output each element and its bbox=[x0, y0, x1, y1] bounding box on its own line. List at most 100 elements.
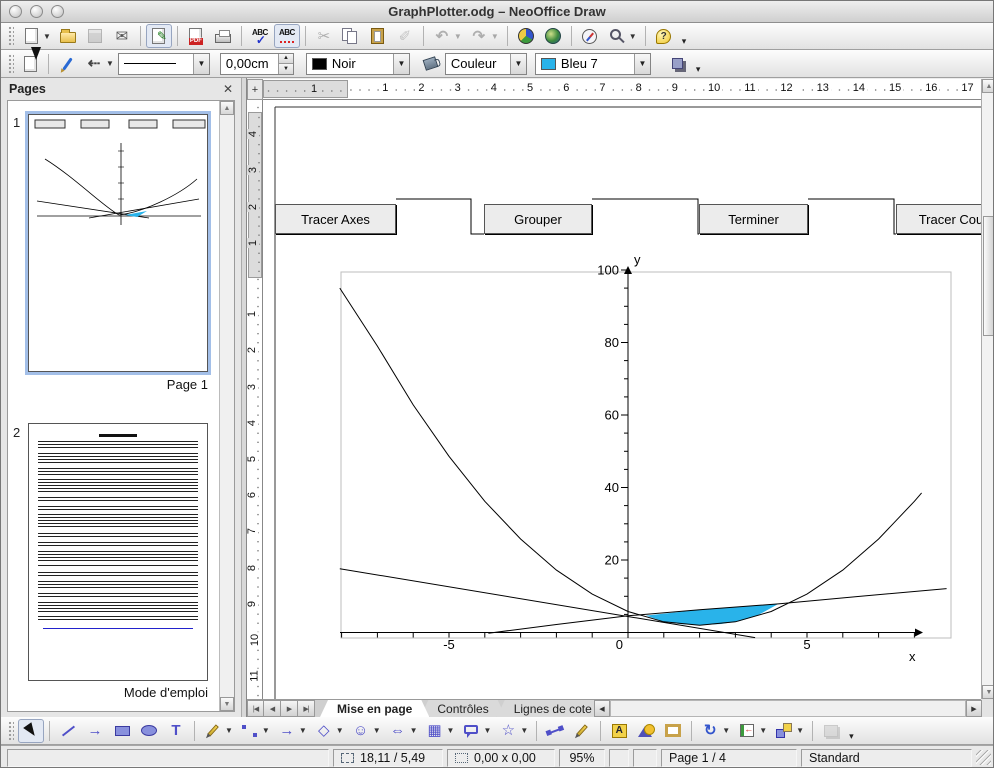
open-button[interactable] bbox=[55, 24, 81, 48]
new-document-button[interactable]: ▼ bbox=[18, 24, 54, 48]
from-file-button[interactable] bbox=[633, 719, 659, 743]
line-button[interactable] bbox=[55, 719, 81, 743]
toolbar-grip[interactable] bbox=[8, 26, 14, 46]
scroll-left-icon[interactable]: ◀ bbox=[594, 700, 610, 717]
next-page-icon[interactable]: ▶ bbox=[281, 700, 298, 717]
edit-points-button[interactable] bbox=[542, 719, 568, 743]
chevron-down-icon[interactable]: ▼ bbox=[262, 726, 270, 735]
email-button[interactable]: ✉ bbox=[109, 24, 135, 48]
gallery-button[interactable] bbox=[660, 719, 686, 743]
fill-color-select[interactable]: Bleu 7 ▼ bbox=[535, 53, 651, 75]
page-button-grouper[interactable]: Grouper bbox=[484, 204, 592, 234]
status-zoom-cell[interactable]: 95% bbox=[559, 749, 605, 767]
chevron-down-icon[interactable]: ▼ bbox=[336, 726, 344, 735]
flowchart-button[interactable]: ▦▼ bbox=[422, 719, 458, 743]
chevron-down-icon[interactable]: ▼ bbox=[43, 32, 51, 41]
select-button[interactable] bbox=[18, 719, 44, 743]
arrow-style-button[interactable]: ⇠ ▼ bbox=[81, 52, 117, 76]
redo-button[interactable]: ↷▼ bbox=[466, 24, 502, 48]
export-pdf-button[interactable]: PDF bbox=[183, 24, 209, 48]
hyperlink-button[interactable] bbox=[540, 24, 566, 48]
minimize-window-icon[interactable] bbox=[30, 5, 43, 18]
effects-3d-button[interactable] bbox=[818, 719, 844, 743]
fill-type-select[interactable]: Couleur ▼ bbox=[445, 53, 527, 75]
close-window-icon[interactable] bbox=[9, 5, 22, 18]
zoom-window-icon[interactable] bbox=[51, 5, 64, 18]
line-width-stepper[interactable]: 0,00cm ▲▼ bbox=[220, 53, 294, 75]
chevron-down-icon[interactable]: ▼ bbox=[225, 726, 233, 735]
save-button[interactable] bbox=[82, 24, 108, 48]
toolbar-overflow-icon[interactable]: ▾ bbox=[849, 731, 854, 744]
chevron-down-icon[interactable]: ▼ bbox=[447, 726, 455, 735]
close-icon[interactable]: ✕ bbox=[223, 82, 233, 96]
glue-points-button[interactable] bbox=[569, 719, 595, 743]
scroll-up-icon[interactable]: ▲ bbox=[220, 101, 234, 115]
arrange-button[interactable]: ▼ bbox=[771, 719, 807, 743]
chevron-down-icon[interactable]: ▼ bbox=[410, 726, 418, 735]
last-page-icon[interactable]: ▶| bbox=[298, 700, 315, 717]
scroll-right-icon[interactable]: ▶ bbox=[966, 700, 982, 717]
chevron-down-icon[interactable]: ▼ bbox=[510, 54, 526, 74]
vertical-scrollbar-thumb[interactable] bbox=[983, 216, 994, 336]
zoom-button[interactable]: ▼ bbox=[604, 24, 640, 48]
paste-button[interactable] bbox=[365, 24, 391, 48]
edit-file-button[interactable]: ✎ bbox=[146, 24, 172, 48]
chevron-down-icon[interactable]: ▼ bbox=[299, 726, 307, 735]
rectangle-button[interactable] bbox=[109, 719, 135, 743]
ruler-origin-button[interactable]: + bbox=[247, 79, 263, 100]
stepper-down-icon[interactable]: ▼ bbox=[279, 64, 293, 74]
toolbar-overflow-icon[interactable]: ▾ bbox=[696, 64, 701, 77]
scroll-up-icon[interactable]: ▲ bbox=[982, 79, 994, 93]
chevron-down-icon[interactable]: ▼ bbox=[634, 54, 650, 74]
layer-tab-contr-les[interactable]: Contrôles bbox=[420, 700, 505, 717]
line-dialog-button[interactable] bbox=[54, 52, 80, 76]
horizontal-scrollbar[interactable] bbox=[610, 700, 966, 717]
vertical-scrollbar[interactable]: ▲ ▼ bbox=[981, 79, 994, 699]
rotate-button[interactable]: ↻▼ bbox=[697, 719, 733, 743]
page-button-terminer[interactable]: Terminer bbox=[699, 204, 808, 234]
page-button-tracer-axes[interactable]: Tracer Axes bbox=[275, 204, 396, 234]
toolbar-overflow-icon[interactable]: ▾ bbox=[682, 36, 687, 49]
copy-button[interactable] bbox=[338, 24, 364, 48]
chevron-down-icon[interactable]: ▼ bbox=[722, 726, 730, 735]
chevron-down-icon[interactable]: ▼ bbox=[520, 726, 528, 735]
chevron-down-icon[interactable]: ▼ bbox=[491, 32, 499, 41]
chevron-down-icon[interactable]: ▼ bbox=[483, 726, 491, 735]
pages-scrollbar[interactable]: ▲ ▼ bbox=[219, 101, 234, 711]
connector-button[interactable]: ▼ bbox=[237, 719, 273, 743]
basic-shapes-button[interactable]: ◇▼ bbox=[311, 719, 347, 743]
stepper-up-icon[interactable]: ▲ bbox=[279, 54, 293, 65]
fill-dialog-button[interactable] bbox=[418, 52, 444, 76]
help-button[interactable]: ? bbox=[651, 24, 677, 48]
line-style-select[interactable]: ▼ bbox=[118, 53, 210, 75]
toolbar-grip[interactable] bbox=[8, 54, 14, 74]
auto-spellcheck-button[interactable]: ABC bbox=[274, 24, 300, 48]
curve-button[interactable]: ▼ bbox=[200, 719, 236, 743]
scroll-down-icon[interactable]: ▼ bbox=[982, 685, 994, 699]
drawing-canvas[interactable]: -50520406080100yxTracer Axes Grouper Termi… bbox=[263, 100, 981, 699]
chevron-down-icon[interactable]: ▼ bbox=[373, 726, 381, 735]
arrow-button[interactable]: → bbox=[82, 719, 108, 743]
layer-tab-mise-en-page[interactable]: Mise en page bbox=[320, 700, 429, 717]
previous-page-icon[interactable]: ◀ bbox=[264, 700, 281, 717]
graph-drawing[interactable]: -50520406080100yx bbox=[263, 100, 981, 699]
chevron-down-icon[interactable]: ▼ bbox=[796, 726, 804, 735]
format-paintbrush-button[interactable]: ✐ bbox=[392, 24, 418, 48]
chevron-down-icon[interactable]: ▼ bbox=[193, 54, 209, 74]
ellipse-button[interactable] bbox=[136, 719, 162, 743]
vertical-ruler[interactable]: 43211234567891011 bbox=[247, 100, 263, 699]
cut-button[interactable]: ✂ bbox=[311, 24, 337, 48]
first-page-icon[interactable]: |◀ bbox=[247, 700, 264, 717]
alignment-button[interactable]: ▼ bbox=[734, 719, 770, 743]
shadow-button[interactable] bbox=[665, 52, 691, 76]
spellcheck-button[interactable]: ABC✓ bbox=[247, 24, 273, 48]
chevron-down-icon[interactable]: ▼ bbox=[454, 32, 462, 41]
callouts-button[interactable]: ▼ bbox=[458, 719, 494, 743]
page-thumbnail-1[interactable] bbox=[28, 114, 208, 372]
toolbar-grip[interactable] bbox=[8, 721, 14, 741]
navigator-button[interactable] bbox=[577, 24, 603, 48]
undo-button[interactable]: ↶▼ bbox=[429, 24, 465, 48]
print-button[interactable] bbox=[210, 24, 236, 48]
window-resize-grip[interactable] bbox=[976, 750, 991, 765]
insert-chart-button[interactable] bbox=[513, 24, 539, 48]
